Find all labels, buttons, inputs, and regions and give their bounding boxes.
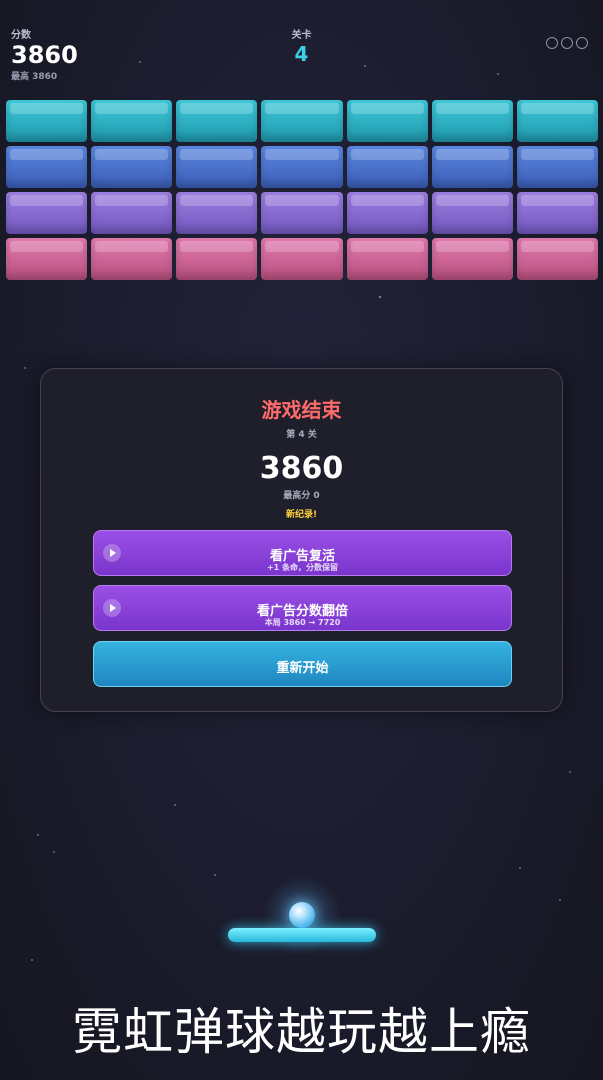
brick-blue bbox=[261, 146, 343, 188]
level-panel: 关卡 4 bbox=[0, 26, 603, 66]
dialog-level: 第 4 关 bbox=[286, 430, 317, 440]
brick-purple bbox=[516, 192, 598, 234]
paddle[interactable] bbox=[228, 928, 376, 942]
brick-purple bbox=[346, 192, 428, 234]
brick-pink bbox=[516, 238, 598, 280]
brick-pink bbox=[6, 238, 88, 280]
brick-purple bbox=[176, 192, 258, 234]
level-label: 关卡 bbox=[291, 30, 312, 41]
brick-pink bbox=[261, 238, 343, 280]
life-circle-icon bbox=[576, 37, 588, 49]
brick-teal bbox=[176, 100, 258, 142]
brick-teal bbox=[346, 100, 428, 142]
double-score-sublabel: 本局 3860 → 7720 bbox=[264, 618, 341, 627]
brick-wall bbox=[6, 100, 598, 284]
brick-row bbox=[6, 238, 598, 280]
brick-blue bbox=[516, 146, 598, 188]
brick-blue bbox=[176, 146, 258, 188]
brick-teal bbox=[261, 100, 343, 142]
watch-ad-double-score-button[interactable]: 看广告分数翻倍 本局 3860 → 7720 bbox=[93, 585, 512, 631]
life-circle-icon bbox=[546, 37, 558, 49]
game-over-dialog: 游戏结束 第 4 关 3860 最高分 0 新纪录! 看广告复活 +1 条命，分… bbox=[40, 368, 563, 712]
brick-row bbox=[6, 146, 598, 188]
level-value: 4 bbox=[294, 42, 309, 66]
brick-blue bbox=[6, 146, 88, 188]
new-record-badge: 新纪录! bbox=[285, 510, 318, 520]
brick-pink bbox=[91, 238, 173, 280]
brick-blue bbox=[346, 146, 428, 188]
brick-purple bbox=[261, 192, 343, 234]
brick-teal bbox=[6, 100, 88, 142]
brick-purple bbox=[91, 192, 173, 234]
dialog-title: 游戏结束 bbox=[261, 398, 342, 422]
brick-blue bbox=[431, 146, 513, 188]
revive-sublabel: +1 条命，分数保留 bbox=[266, 563, 339, 572]
life-circle-icon bbox=[561, 37, 573, 49]
final-score: 3860 bbox=[259, 451, 344, 486]
brick-blue bbox=[91, 146, 173, 188]
dialog-best-score: 最高分 0 bbox=[283, 491, 320, 501]
restart-button[interactable]: 重新开始 bbox=[93, 641, 512, 687]
brick-teal bbox=[91, 100, 173, 142]
watch-ad-revive-button[interactable]: 看广告复活 +1 条命，分数保留 bbox=[93, 530, 512, 576]
promo-slogan: 霓虹弹球越玩越上瘾 bbox=[72, 1003, 531, 1061]
brick-pink bbox=[431, 238, 513, 280]
best-score: 最高 3860 bbox=[11, 72, 58, 82]
lives-indicator bbox=[546, 37, 588, 49]
brick-pink bbox=[346, 238, 428, 280]
ball bbox=[289, 902, 315, 928]
brick-purple bbox=[6, 192, 88, 234]
restart-label: 重新开始 bbox=[276, 661, 329, 676]
brick-pink bbox=[176, 238, 258, 280]
brick-teal bbox=[431, 100, 513, 142]
brick-teal bbox=[516, 100, 598, 142]
brick-row bbox=[6, 192, 598, 234]
brick-purple bbox=[431, 192, 513, 234]
brick-row bbox=[6, 100, 598, 142]
